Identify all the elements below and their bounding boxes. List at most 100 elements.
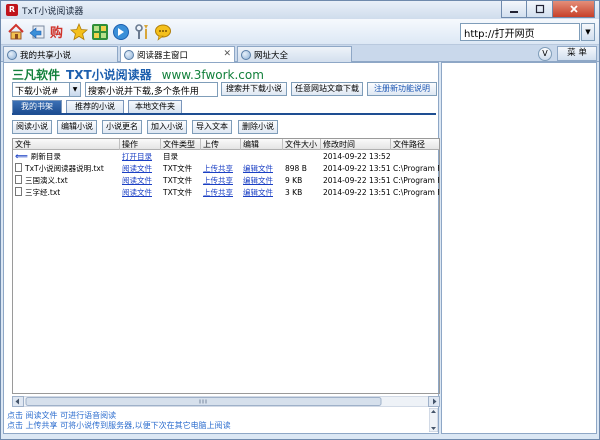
globe-icon	[241, 49, 251, 60]
app-logo-icon: R	[6, 4, 18, 16]
home-icon[interactable]	[7, 23, 25, 41]
text-file-icon	[15, 187, 22, 196]
rename-novel-button[interactable]: 小说更名	[102, 120, 142, 134]
file-name: TxT小说阅读器说明.txt	[25, 164, 104, 173]
vertical-scrollbar[interactable]	[429, 408, 438, 432]
brand-name: 三凡软件	[12, 68, 61, 82]
address-dropdown-button[interactable]: ▼	[581, 23, 595, 41]
menu-button[interactable]: 菜 单	[557, 46, 597, 61]
any-site-download-button[interactable]: 任意网站文章下载	[291, 82, 363, 96]
file-type: TXT文件	[163, 164, 193, 173]
column-header[interactable]: 文件	[13, 139, 120, 150]
read-file-link[interactable]: 阅读文件	[120, 175, 161, 187]
modified-time: 2014-09-22 13:51	[323, 188, 391, 197]
table-row[interactable]: 三国演义.txt 阅读文件 TXT文件 上传共享 编辑文件 9 KB 2014-…	[13, 175, 440, 187]
back-arrow-icon: ⟸	[15, 152, 28, 162]
maximize-button[interactable]	[527, 1, 553, 18]
maximize-icon	[535, 4, 544, 14]
back-icon[interactable]	[28, 23, 46, 41]
product-name: TXT小说阅读器	[66, 68, 152, 82]
title-bar: R TxT小说阅读器	[1, 1, 599, 19]
column-header[interactable]: 修改时间	[321, 139, 391, 150]
table-row[interactable]: ⟸ 刷新目录 打开目录 目录 2014-09-22 13:52	[13, 151, 439, 163]
search-row: 下载小说# ▼ 搜索小说并下载,多个条件用 搜索并下载小说 任意网站文章下载 注…	[12, 82, 442, 97]
file-size: 898 B	[285, 164, 307, 173]
close-button[interactable]	[553, 1, 595, 18]
search-input[interactable]: 搜索小说并下载,多个条件用	[85, 82, 218, 97]
read-file-link[interactable]: 阅读文件	[120, 163, 161, 175]
status-hint-upload: 点击 上传共享 可将小说传到服务器,以便下次在其它电脑上阅读	[7, 421, 231, 430]
tab-label: 阅读器主窗口	[137, 51, 189, 61]
file-table: 文件 操作 文件类型 上传 编辑 文件大小 修改时间 文件路径 ⟸ 刷新目录 打开…	[12, 138, 440, 394]
table-header: 文件 操作 文件类型 上传 编辑 文件大小 修改时间 文件路径	[13, 139, 439, 150]
tab-strip: 我的共享小说 阅读器主窗口 ✕ 网址大全 V 菜 单	[1, 45, 599, 63]
star-icon[interactable]	[70, 23, 88, 41]
edit-file-link[interactable]: 编辑文件	[241, 163, 283, 175]
file-path: C:\Program F	[393, 176, 440, 185]
file-name: 三国演义.txt	[25, 176, 68, 185]
file-type: TXT文件	[163, 176, 193, 185]
delete-novel-button[interactable]: 删除小说	[238, 120, 278, 134]
column-header[interactable]: 操作	[120, 139, 161, 150]
shop-icon[interactable]: 购	[49, 23, 67, 41]
chat-icon[interactable]	[154, 23, 172, 41]
subtab-underline	[12, 113, 436, 115]
file-name-cell: 三国演义.txt	[13, 175, 120, 187]
tab-label: 我的共享小说	[20, 50, 72, 61]
minimize-icon	[510, 11, 518, 13]
column-header[interactable]: 编辑	[241, 139, 283, 150]
file-path: C:\Program F	[393, 188, 440, 197]
upload-share-link[interactable]: 上传共享	[201, 175, 241, 187]
horizontal-scrollbar[interactable]	[12, 396, 440, 407]
svg-text:购: 购	[50, 25, 63, 41]
column-header[interactable]: 文件路径	[391, 139, 439, 150]
address-input[interactable]	[460, 23, 580, 41]
globe-icon	[124, 50, 134, 60]
modified-time: 2014-09-22 13:52	[323, 152, 391, 161]
forward-icon[interactable]	[112, 23, 130, 41]
add-novel-button[interactable]: 加入小说	[147, 120, 187, 134]
upload-share-link[interactable]: 上传共享	[201, 163, 241, 175]
file-name-cell: 三字经.txt	[13, 187, 120, 199]
import-text-button[interactable]: 导入文本	[192, 120, 232, 134]
tab-list-button[interactable]: V	[538, 47, 552, 61]
upload-share-link[interactable]: 上传共享	[201, 187, 241, 199]
file-name: 刷新目录	[30, 152, 61, 161]
chevron-down-icon: ▼	[69, 83, 80, 96]
search-download-button[interactable]: 搜索并下载小说	[221, 82, 287, 96]
minimize-button[interactable]	[501, 1, 527, 18]
file-type: 目录	[163, 152, 178, 161]
edit-file-link[interactable]: 编辑文件	[241, 187, 283, 199]
column-header[interactable]: 文件类型	[161, 139, 201, 150]
tab-url-directory[interactable]: 网址大全	[237, 46, 352, 62]
select-value: 下载小说#	[15, 87, 59, 97]
column-header[interactable]: 上传	[201, 139, 241, 150]
table-row[interactable]: 三字经.txt 阅读文件 TXT文件 上传共享 编辑文件 3 KB 2014-0…	[13, 187, 440, 199]
read-file-link[interactable]: 阅读文件	[120, 187, 161, 199]
subtab-recommended[interactable]: 推荐的小说	[66, 100, 124, 113]
edit-file-link[interactable]: 编辑文件	[241, 175, 283, 187]
text-file-icon	[15, 163, 22, 172]
chevron-down-icon: ▼	[585, 28, 591, 36]
subtab-my-bookshelf[interactable]: 我的书架	[12, 100, 62, 113]
tools-icon[interactable]	[133, 23, 151, 41]
read-novel-button[interactable]: 阅读小说	[12, 120, 52, 134]
file-size: 3 KB	[285, 188, 303, 197]
file-size: 9 KB	[285, 176, 303, 185]
modified-time: 2014-09-22 13:51	[323, 176, 391, 185]
download-mode-select[interactable]: 下载小说# ▼	[12, 82, 81, 97]
edit-novel-button[interactable]: 编辑小说	[57, 120, 97, 134]
window-title: TxT小说阅读器	[22, 7, 84, 17]
globe-icon	[7, 49, 17, 60]
close-tab-icon[interactable]: ✕	[223, 49, 231, 59]
app-grid-icon[interactable]	[91, 23, 109, 41]
tab-reader-main-window[interactable]: 阅读器主窗口 ✕	[120, 46, 235, 63]
column-header[interactable]: 文件大小	[283, 139, 321, 150]
open-directory-link[interactable]: 打开目录	[120, 151, 161, 163]
subtab-local-folder[interactable]: 本地文件夹	[128, 100, 182, 113]
table-row[interactable]: TxT小说阅读器说明.txt 阅读文件 TXT文件 上传共享 编辑文件 898 …	[13, 163, 439, 175]
text-file-icon	[15, 175, 22, 184]
main-pane: 三凡软件 TXT小说阅读器 www.3fwork.com 下载小说# ▼ 搜索小说并…	[3, 62, 442, 434]
tab-my-shared-novels[interactable]: 我的共享小说	[3, 46, 118, 62]
register-features-button[interactable]: 注册新功能说明	[367, 82, 437, 96]
